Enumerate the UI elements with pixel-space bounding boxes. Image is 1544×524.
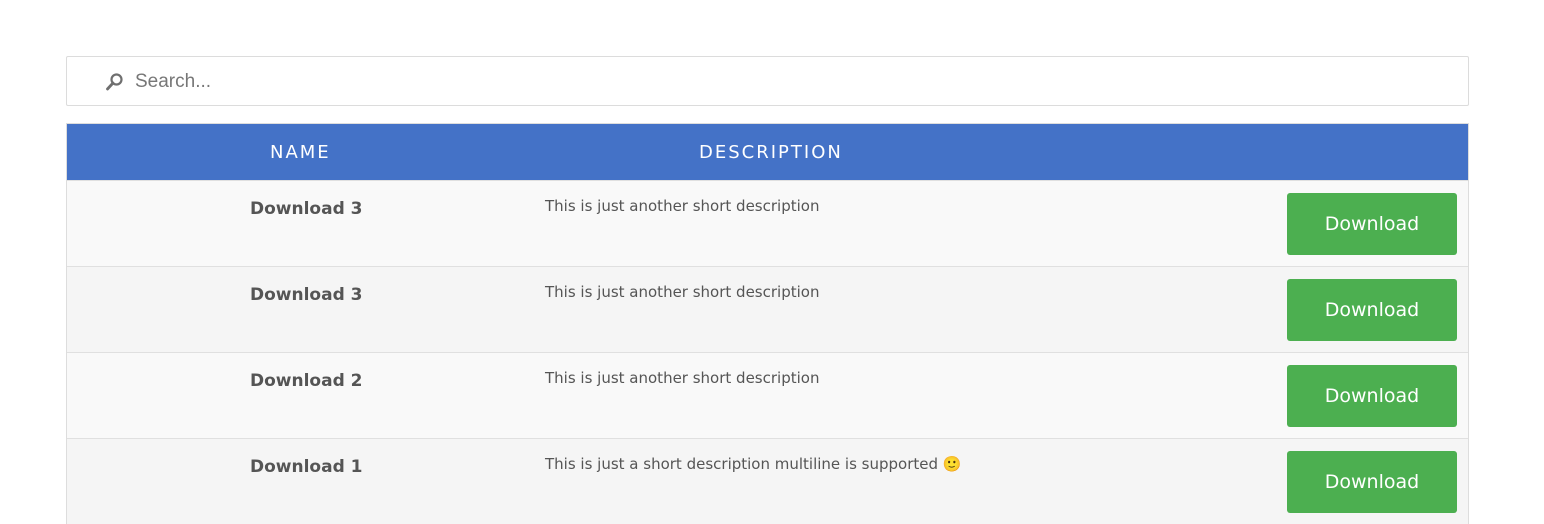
download-button[interactable]: Download [1287,365,1457,427]
download-button[interactable]: Download [1287,279,1457,341]
search-input[interactable] [135,67,1435,97]
table-row: Download 3 This is just another short de… [67,180,1468,266]
downloads-panel: NAME DESCRIPTION Download 3 This is just… [66,56,1469,524]
download-name: Download 3 [250,199,363,219]
download-button[interactable]: Download [1287,193,1457,255]
downloads-table: NAME DESCRIPTION Download 3 This is just… [66,123,1469,524]
download-name: Download 3 [250,285,363,305]
download-description: This is just another short description [545,283,820,301]
download-description: This is just another short description [545,197,820,215]
search-bar [66,56,1469,106]
table-header: NAME DESCRIPTION [67,124,1468,180]
search-icon [105,72,125,92]
download-name: Download 1 [250,457,363,477]
column-header-name: NAME [270,142,331,163]
download-description: This is just a short description multili… [545,455,962,473]
download-name: Download 2 [250,371,363,391]
column-header-description: DESCRIPTION [699,142,843,163]
download-button[interactable]: Download [1287,451,1457,513]
table-row: Download 2 This is just another short de… [67,352,1468,438]
download-description: This is just another short description [545,369,820,387]
table-row: Download 3 This is just another short de… [67,266,1468,352]
table-row: Download 1 This is just a short descript… [67,438,1468,524]
